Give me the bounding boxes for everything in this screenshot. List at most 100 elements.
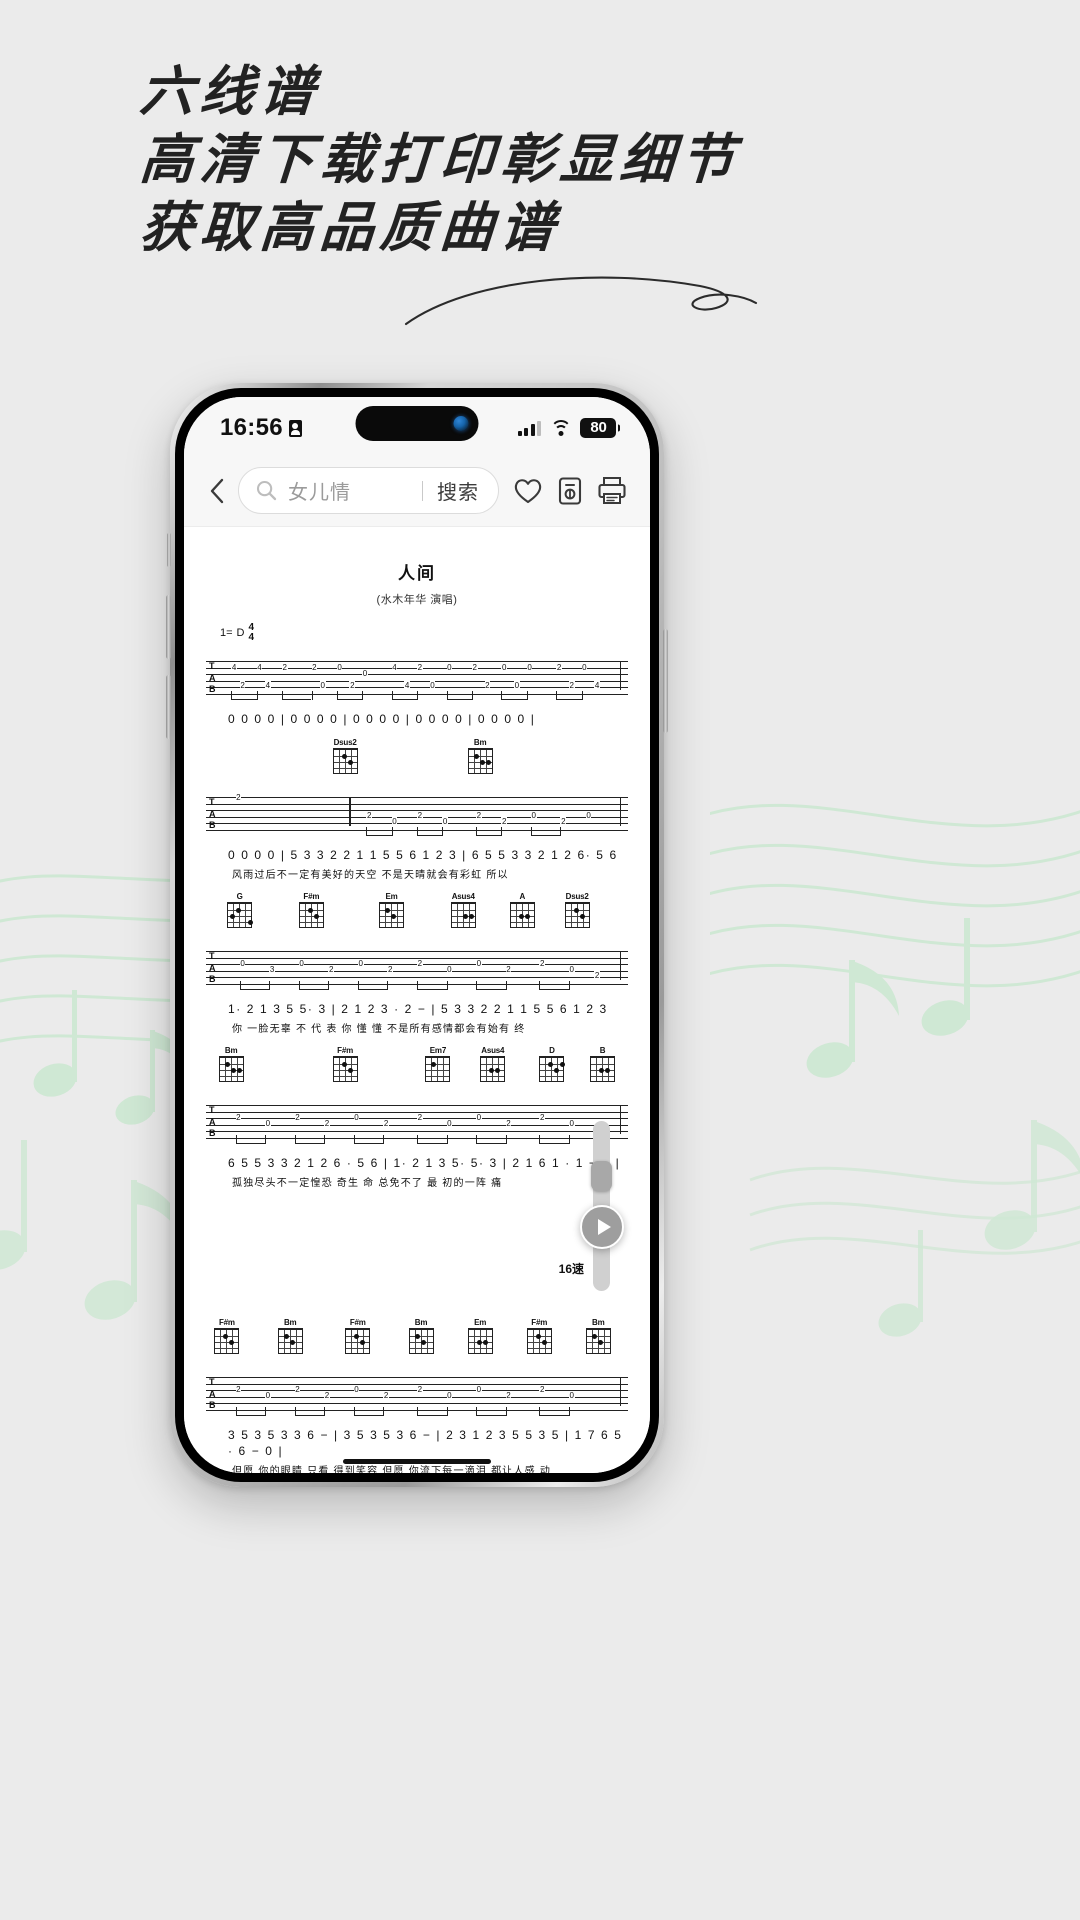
chord-name: A [519,892,526,901]
key-value: D [236,626,245,639]
silent-switch[interactable] [167,533,171,567]
power-button[interactable] [663,629,668,733]
chord-diagram: Bm [408,1318,434,1354]
chord-name: Bm [224,1046,238,1055]
decorative-music-staff-right [710,803,1080,1337]
chord-name: F#m [349,1318,366,1327]
chord-diagram-row: G F#m Em Asus4 A Dsus2 [206,892,628,932]
chord-diagram-row: Dsus2 Bm [206,738,628,778]
chord-diagram: Bm [277,1318,303,1354]
status-time: 16:56 [220,414,283,441]
chord-diagram: Bm [585,1318,611,1354]
lyric-line: 风雨过后不一定有美好的天空 不是天晴就会有彩虹 所以 [232,870,509,881]
chord-name: F#m [531,1318,548,1327]
back-button[interactable] [198,471,234,511]
play-button[interactable] [580,1205,624,1249]
status-time-group: 16:56 [220,414,302,442]
chord-diagram: F#m [332,1046,358,1082]
headline-line-1: 六线谱 [137,62,323,122]
chord-name: G [236,892,243,901]
chord-name: F#m [219,1318,235,1327]
song-title: 人间 [398,564,436,583]
chord-name: Dsus2 [565,892,589,901]
chord-diagram: F#m [345,1318,371,1354]
status-bar: 16:56 80 [184,397,650,455]
headline-swoosh-flourish [404,276,758,326]
chord-diagram: F#m [298,892,324,928]
print-button[interactable] [591,470,633,512]
id-card-icon [288,419,302,437]
chord-name: F#m [337,1046,354,1055]
numbered-notation: 3 5 3 5 3 3 6 − | 3 5 3 5 3 6 − | 2 3 1 … [228,1428,623,1458]
volume-down-button[interactable] [166,675,171,739]
chord-name: Em [474,1318,487,1327]
app-search-bar: 女儿情 搜索 [184,455,650,527]
chord-diagram: G [227,892,254,928]
chevron-left-icon [210,478,223,503]
sheet-music-viewer[interactable]: 人间 (水木年华 演唱) 1= D 4 4 T A B 4 4 2 2 0 0 … [184,527,650,1473]
time-signature: 4 4 [249,623,255,642]
save-icon [558,476,582,505]
lyric-line: 孤独尽头不一定惶恐 奇生 命 总免不了 最 初的一阵 痛 [232,1178,503,1189]
chord-diagram: Dsus2 [332,738,358,774]
headline-block: 六线谱 高清下载打印彰显细节 获取高品质曲谱 [137,58,743,262]
chord-diagram: F#m [526,1318,552,1354]
save-button[interactable] [549,470,591,512]
tab-staff: TAB 2 20 20 22 02 0 [206,791,628,837]
search-input[interactable]: 女儿情 搜索 [238,467,499,514]
play-icon [597,1219,611,1235]
numbered-notation: 0 0 0 0 | 5 3 3 2 2 1 1 5 5 6 1 2 3 | 6 … [228,848,618,862]
chord-diagram: D [539,1046,566,1082]
chord-name: D [549,1046,555,1055]
chord-diagram-row: F#m Bm F#m Bm Em F#m Bm [206,1318,628,1358]
chord-diagram: Asus4 [480,1046,506,1082]
phone-mockup: 16:56 80 女儿情 搜索 人间 (水木年华 演唱) 1= D 4 4 T … [166,383,668,1487]
headline-line-3: 获取高品质曲谱 [137,198,563,258]
lyric-line: 你 一脸无辜 不 代 表 你 懂 懂 不是所有感情都会有始有 终 [232,1024,526,1035]
time-sig-bottom: 4 [248,631,255,643]
tab-staff: TAB 44 22 00 42 02 00 20 24 0 2 4 0 2 0 … [206,655,628,701]
numbered-notation: 0 0 0 0 | 0 0 0 0 | 0 0 0 0 | 0 0 0 0 | … [228,712,536,726]
chord-name: Em [385,892,398,901]
chord-name: Dsus2 [333,738,357,747]
chord-diagram: Asus4 [450,892,476,928]
chord-name: Bm [473,738,487,747]
chord-name: Bm [283,1318,297,1327]
chord-name: Em7 [429,1046,447,1055]
tab-staff: TAB 20 22 02 20 02 20 [206,1371,628,1417]
chord-diagram: Dsus2 [564,892,590,928]
printer-icon [598,477,626,504]
chord-diagram: Em7 [425,1046,451,1082]
phone-screen: 16:56 80 女儿情 搜索 人间 (水木年华 演唱) 1= D 4 4 T … [184,397,650,1473]
favorite-button[interactable] [507,470,549,512]
search-submit-button[interactable]: 搜索 [437,476,492,505]
battery-indicator: 80 [580,418,616,438]
status-indicators: 80 [517,418,616,438]
wifi-icon [550,420,571,436]
front-camera-icon [453,416,469,431]
heart-icon [514,478,542,503]
chord-diagram: A [509,892,535,928]
chord-name: Asus4 [481,1046,505,1055]
chord-diagram: Bm [467,738,493,774]
search-divider [421,480,423,501]
speed-slider-thumb[interactable] [591,1161,612,1191]
chord-diagram: Bm [218,1046,244,1082]
chord-name: F#m [303,892,320,901]
search-icon [256,480,277,501]
home-indicator[interactable] [343,1459,491,1464]
song-subtitle: (水木年华 演唱) [376,594,458,606]
numbered-notation: 1· 2 1 3 5 5· 3 | 2 1 2 3 · 2 − | 5 3 3 … [228,1002,608,1016]
dynamic-island [355,406,479,441]
key-signature: 1= D 4 4 [220,623,628,642]
chord-diagram-row: Bm F#m Em7 Asus4 D B [206,1046,628,1086]
headline-line-2: 高清下载打印彰显细节 [137,130,743,190]
volume-up-button[interactable] [166,595,171,659]
sheet-page: 人间 (水木年华 演唱) 1= D 4 4 T A B 4 4 2 2 0 0 … [184,527,650,1473]
chord-name: B [599,1046,606,1055]
chord-name: Bm [414,1318,428,1327]
chord-diagram: B [590,1046,616,1082]
cellular-signal-icon [517,420,541,436]
key-label: 1= [220,626,233,639]
chord-name: Asus4 [451,892,475,901]
